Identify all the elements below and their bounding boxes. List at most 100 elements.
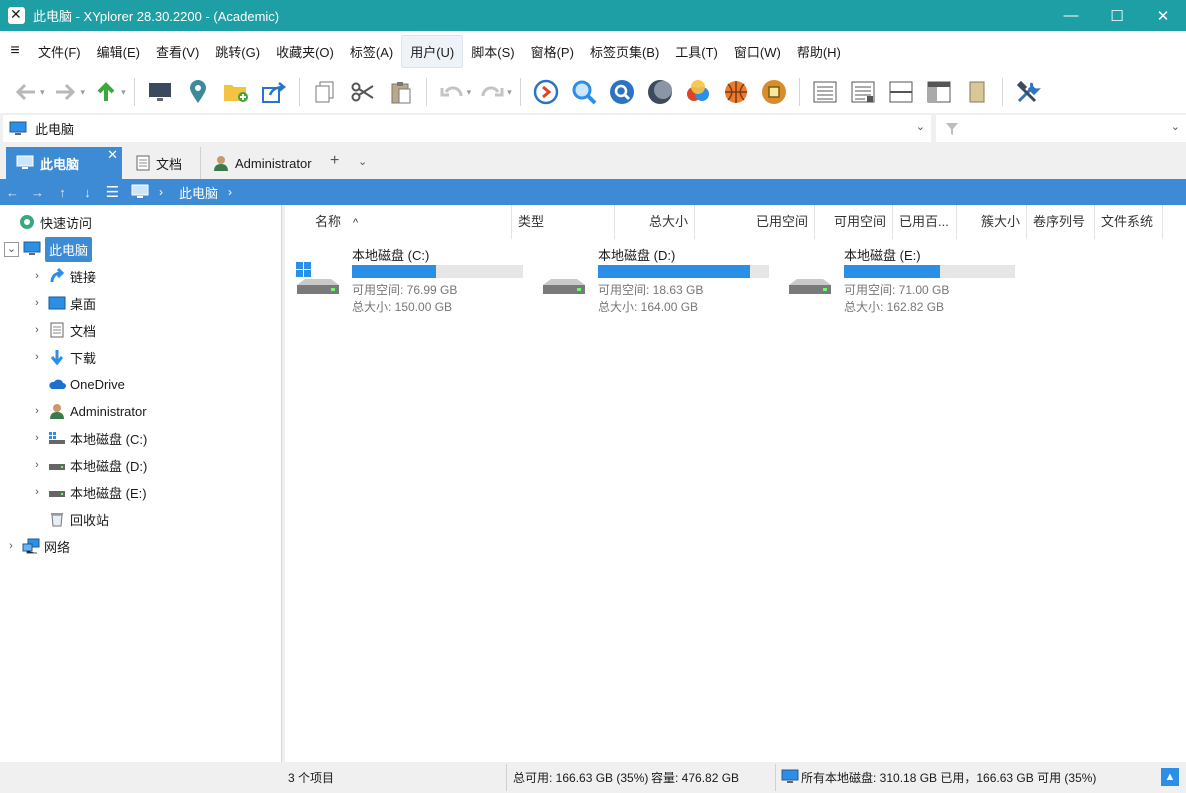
minimize-button[interactable]: — bbox=[1048, 0, 1094, 31]
address-bar[interactable]: 此电脑 ⌄ bbox=[3, 115, 931, 142]
search-icon[interactable] bbox=[569, 77, 599, 107]
tree-item-onedrive[interactable]: OneDrive bbox=[44, 372, 125, 396]
basketball-icon[interactable] bbox=[721, 77, 751, 107]
column-free-space[interactable]: 可用空间 bbox=[815, 205, 893, 239]
tree-item-administrator[interactable]: › Administrator bbox=[30, 399, 147, 423]
menu-view[interactable]: 查看(V) bbox=[148, 36, 207, 67]
expand-chevron-icon[interactable]: › bbox=[30, 459, 44, 471]
undo-icon[interactable] bbox=[437, 77, 467, 107]
column-type[interactable]: 类型 bbox=[512, 205, 615, 239]
crumb-up-icon[interactable]: ↑ bbox=[50, 185, 75, 200]
forward-dropdown-icon[interactable]: ▾ bbox=[81, 87, 86, 98]
expand-chevron-icon[interactable]: › bbox=[30, 486, 44, 498]
tab-this-pc[interactable]: 此电脑 ✕ bbox=[6, 147, 122, 179]
close-button[interactable]: ✕ bbox=[1140, 0, 1186, 31]
address-dropdown-icon[interactable]: ⌄ bbox=[916, 120, 925, 133]
chevron-right-icon[interactable]: › bbox=[228, 185, 232, 199]
expand-chevron-icon[interactable]: › bbox=[30, 405, 44, 417]
tree-item-drive-e[interactable]: › 本地磁盘 (E:) bbox=[30, 480, 146, 504]
tree-item-recycle-bin[interactable]: 回收站 bbox=[44, 507, 109, 531]
column-name[interactable]: 名称 ^ bbox=[309, 205, 512, 239]
cut-scissors-icon[interactable] bbox=[348, 77, 378, 107]
menu-favorites[interactable]: 收藏夹(O) bbox=[268, 36, 342, 67]
settings-tools-icon[interactable] bbox=[1013, 77, 1043, 107]
back-arrow-icon[interactable] bbox=[10, 77, 40, 107]
horizontal-split-icon[interactable] bbox=[886, 77, 916, 107]
paste-clipboard-icon[interactable] bbox=[386, 77, 416, 107]
menu-tools[interactable]: 工具(T) bbox=[667, 36, 726, 67]
redo-icon[interactable] bbox=[477, 77, 507, 107]
drive-tile[interactable]: 本地磁盘 (C:) 可用空间: 76.99 GB 总大小: 150.00 GB bbox=[285, 243, 525, 314]
expand-chevron-icon[interactable]: › bbox=[30, 270, 44, 282]
tree-item-links[interactable]: › 链接 bbox=[30, 264, 96, 288]
expand-chevron-icon[interactable]: › bbox=[30, 351, 44, 363]
menu-user[interactable]: 用户(U) bbox=[401, 34, 464, 68]
tree-item-downloads[interactable]: › 下载 bbox=[30, 345, 96, 369]
column-file-system[interactable]: 文件系统 bbox=[1095, 205, 1163, 239]
tree-item-desktop[interactable]: › 桌面 bbox=[30, 291, 96, 315]
new-folder-icon[interactable] bbox=[221, 77, 251, 107]
xyplorer-logo-icon[interactable] bbox=[8, 6, 25, 24]
tree-item-this-pc[interactable]: ⌄ 此电脑 bbox=[4, 236, 93, 262]
share-icon[interactable] bbox=[259, 77, 289, 107]
undo-dropdown-icon[interactable]: ▾ bbox=[467, 87, 472, 98]
column-used-space[interactable]: 已用空间 bbox=[695, 205, 815, 239]
column-used-percent[interactable]: 已用百... bbox=[893, 205, 957, 239]
tab-list-dropdown-icon[interactable]: ⌄ bbox=[358, 155, 367, 168]
filter-dropdown-icon[interactable]: ⌄ bbox=[1171, 120, 1180, 133]
forward-arrow-icon[interactable] bbox=[51, 77, 81, 107]
menu-panes[interactable]: 窗格(P) bbox=[523, 36, 582, 67]
up-dropdown-icon[interactable]: ▾ bbox=[121, 87, 126, 98]
location-pin-icon[interactable] bbox=[183, 77, 213, 107]
filter-input[interactable]: ⌄ bbox=[936, 115, 1186, 142]
tree-item-quick-access[interactable]: 快速访问 bbox=[14, 210, 92, 234]
tree-item-drive-c[interactable]: › 本地磁盘 (C:) bbox=[30, 426, 147, 450]
redo-dropdown-icon[interactable]: ▾ bbox=[507, 87, 512, 98]
dark-mode-icon[interactable] bbox=[645, 77, 675, 107]
list-view-icon[interactable] bbox=[810, 77, 840, 107]
drive-tile[interactable]: 本地磁盘 (D:) 可用空间: 18.63 GB 总大小: 164.00 GB bbox=[531, 243, 771, 314]
up-arrow-icon[interactable] bbox=[91, 77, 121, 107]
preview-pane-icon[interactable] bbox=[924, 77, 954, 107]
tree-item-documents[interactable]: › 文档 bbox=[30, 318, 96, 342]
main-menu-icon[interactable]: ≡ bbox=[0, 42, 30, 60]
expand-chevron-icon[interactable]: › bbox=[30, 432, 44, 444]
this-pc-icon[interactable] bbox=[131, 184, 149, 200]
tree-item-network[interactable]: › 网络 bbox=[4, 534, 70, 558]
crumb-back-icon[interactable]: ← bbox=[0, 185, 25, 200]
menu-window[interactable]: 窗口(W) bbox=[726, 36, 789, 67]
collapse-chevron-icon[interactable]: ⌄ bbox=[4, 241, 19, 257]
expand-chevron-icon[interactable]: › bbox=[30, 324, 44, 336]
maximize-button[interactable]: ☐ bbox=[1094, 0, 1140, 31]
expand-chevron-icon[interactable]: › bbox=[4, 540, 18, 552]
menu-edit[interactable]: 编辑(E) bbox=[89, 36, 148, 67]
panel-icon[interactable] bbox=[962, 77, 992, 107]
tab-administrator[interactable]: Administrator bbox=[200, 147, 312, 179]
menu-help[interactable]: 帮助(H) bbox=[789, 36, 849, 67]
monitor-icon[interactable] bbox=[145, 77, 175, 107]
tab-documents[interactable]: 文档 bbox=[128, 147, 182, 179]
tab-close-icon[interactable]: ✕ bbox=[107, 147, 118, 163]
crumb-down-icon[interactable]: ↓ bbox=[75, 185, 100, 200]
crumb-menu-icon[interactable]: ☰ bbox=[100, 183, 125, 201]
menu-tabsets[interactable]: 标签页集(B) bbox=[582, 36, 667, 67]
menu-file[interactable]: 文件(F) bbox=[30, 36, 89, 67]
column-serial[interactable]: 卷序列号 bbox=[1027, 205, 1095, 239]
color-filter-icon[interactable] bbox=[683, 77, 713, 107]
toggle-info-panel-icon[interactable]: ▲ bbox=[1161, 768, 1179, 786]
new-tab-button[interactable]: + bbox=[330, 152, 339, 170]
menu-scripting[interactable]: 脚本(S) bbox=[463, 36, 522, 67]
column-cluster-size[interactable]: 簇大小 bbox=[957, 205, 1027, 239]
drive-tile[interactable]: 本地磁盘 (E:) 可用空间: 71.00 GB 总大小: 162.82 GB bbox=[777, 243, 1017, 314]
tag-box-icon[interactable] bbox=[759, 77, 789, 107]
tree-item-drive-d[interactable]: › 本地磁盘 (D:) bbox=[30, 453, 147, 477]
menu-go[interactable]: 跳转(G) bbox=[207, 36, 268, 67]
copy-icon[interactable] bbox=[310, 77, 340, 107]
crumb-forward-icon[interactable]: → bbox=[25, 185, 50, 200]
details-view-icon[interactable] bbox=[848, 77, 878, 107]
expand-chevron-icon[interactable]: › bbox=[30, 297, 44, 309]
back-dropdown-icon[interactable]: ▾ bbox=[40, 87, 45, 98]
goto-circle-icon[interactable] bbox=[531, 77, 561, 107]
find-files-icon[interactable] bbox=[607, 77, 637, 107]
menu-tags[interactable]: 标签(A) bbox=[342, 36, 401, 67]
